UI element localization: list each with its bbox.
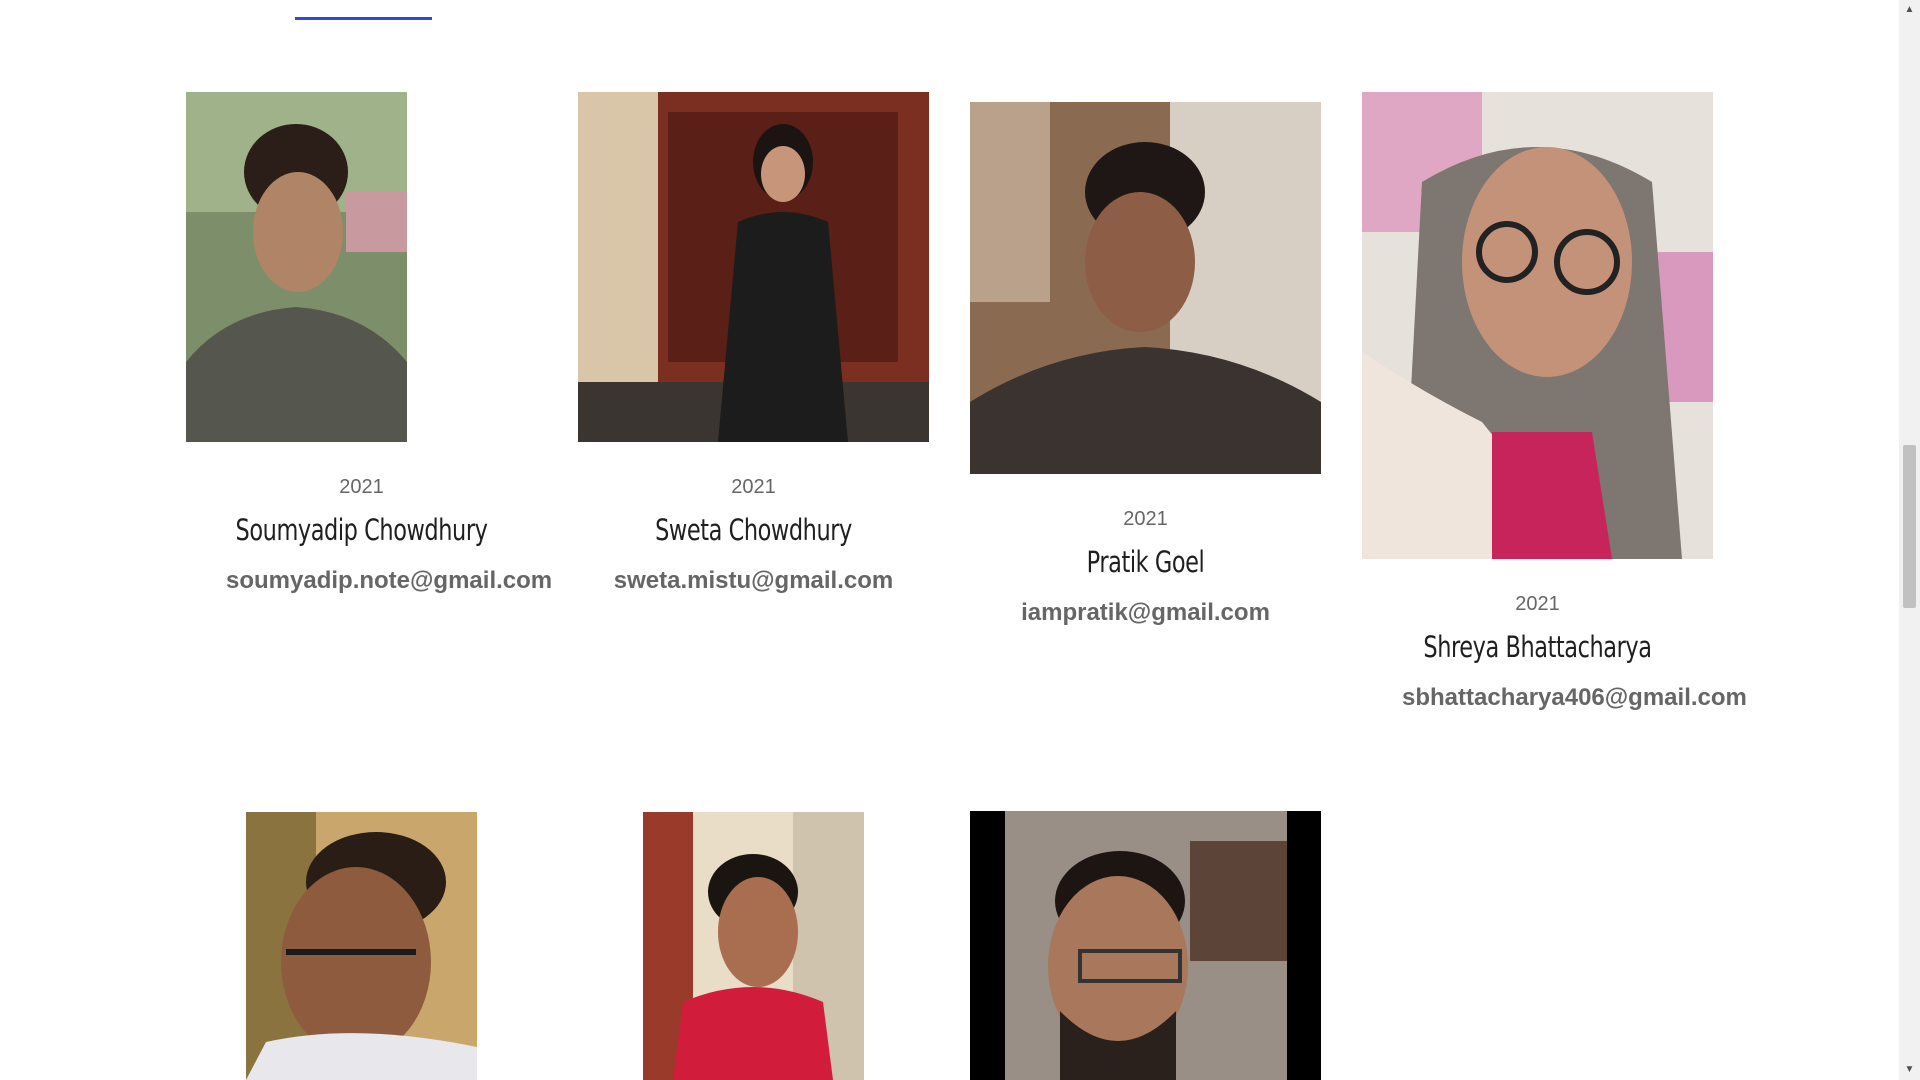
member-photo — [970, 102, 1321, 474]
member-photo — [643, 812, 864, 1080]
member-year: 2021 — [339, 476, 384, 498]
member-photo — [1362, 92, 1713, 559]
scroll-up-icon[interactable]: ▲ — [1899, 0, 1920, 20]
member-photo — [578, 92, 929, 442]
member-card: 2021 Shreya Bhattacharya sbhattacharya40… — [1362, 92, 1747, 712]
member-name: Sweta Chowdhury — [655, 513, 852, 547]
member-email[interactable]: iampratik@gmail.com — [970, 599, 1321, 627]
member-card — [578, 812, 929, 1080]
member-name: Pratik Goel — [1086, 545, 1205, 579]
member-card — [186, 812, 537, 1080]
member-year: 2021 — [1123, 508, 1168, 530]
member-photo — [246, 812, 477, 1080]
member-email[interactable]: sbhattacharya406@gmail.com — [1402, 684, 1747, 712]
member-name: Shreya Bhattacharya — [1423, 630, 1652, 664]
member-photo — [186, 92, 407, 442]
member-email[interactable]: sweta.mistu@gmail.com — [578, 567, 929, 595]
member-year: 2021 — [1515, 593, 1560, 615]
section-title-underline — [295, 17, 432, 20]
member-name: Soumyadip Chowdhury — [235, 513, 488, 547]
member-card — [970, 811, 1321, 1080]
member-card: 2021 Soumyadip Chowdhury soumyadip.note@… — [186, 92, 552, 595]
member-photo — [970, 811, 1321, 1080]
scroll-down-icon[interactable]: ▼ — [1899, 1060, 1920, 1080]
scrollbar-thumb[interactable] — [1903, 445, 1916, 608]
vertical-scrollbar[interactable]: ▲ ▼ — [1899, 0, 1920, 1080]
member-card: 2021 Sweta Chowdhury sweta.mistu@gmail.c… — [578, 92, 929, 595]
team-page: 2021 Soumyadip Chowdhury soumyadip.note@… — [0, 0, 1899, 1080]
member-year: 2021 — [731, 476, 776, 498]
member-email[interactable]: soumyadip.note@gmail.com — [226, 567, 552, 595]
member-card: 2021 Pratik Goel iampratik@gmail.com — [970, 102, 1321, 627]
